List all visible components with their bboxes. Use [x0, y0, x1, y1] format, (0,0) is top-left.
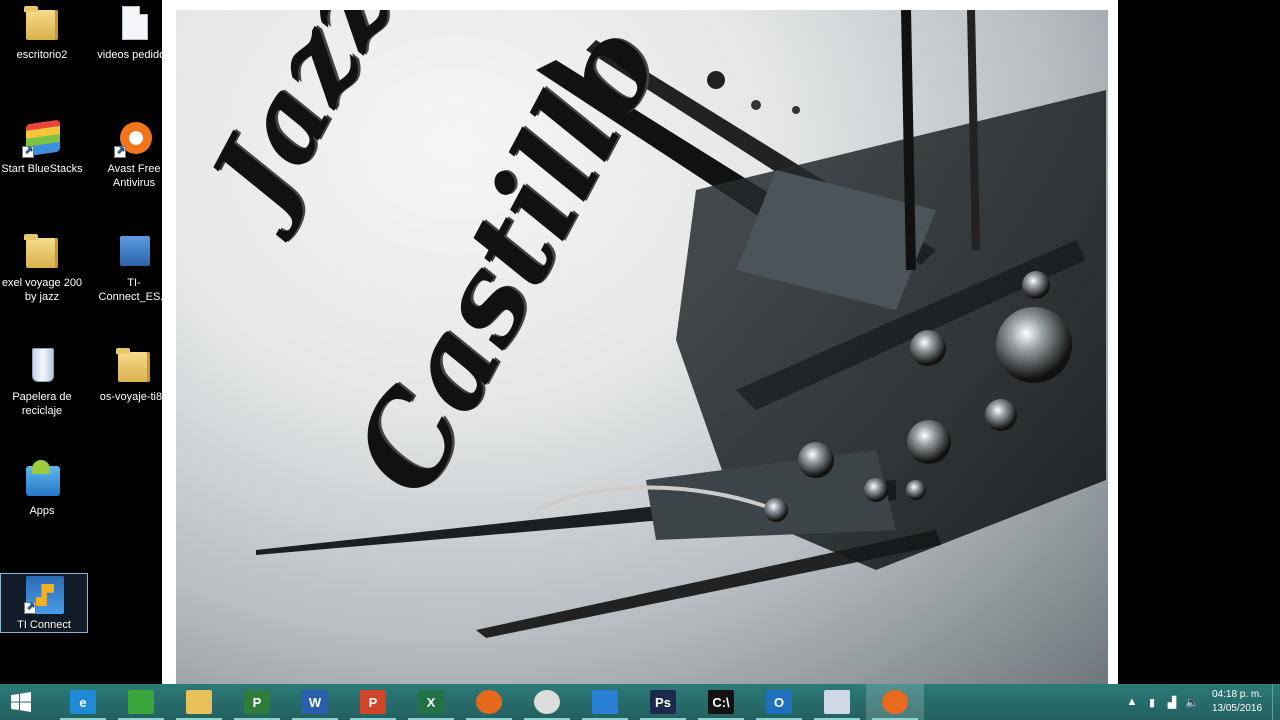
taskbar-firefox-button[interactable]	[460, 684, 518, 720]
desktop-icon-exel-voyage[interactable]: exel voyage 200 by jazz	[0, 232, 84, 304]
taskbar-recycle-bin-window-button[interactable]	[576, 684, 634, 720]
project-icon: P	[244, 690, 270, 714]
store-icon	[128, 690, 154, 714]
taskbar-chrome-button[interactable]	[518, 684, 576, 720]
taskbar-outlook-button[interactable]: O	[750, 684, 808, 720]
image-viewer-window: Jazz Castillo	[162, 0, 1118, 684]
desktop-icon-label: TI Connect	[17, 619, 71, 631]
desktop-icon-label: Apps	[29, 505, 55, 517]
desktop-icon-ti-connect[interactable]: TI Connect	[0, 573, 88, 633]
desktop-icon-label: Start BlueStacks	[1, 163, 83, 175]
chrome-icon	[534, 690, 560, 714]
photoshop-icon: Ps	[650, 690, 676, 714]
start-button[interactable]	[0, 684, 42, 720]
battery-icon[interactable]: ▮	[1142, 696, 1162, 709]
clock-date: 13/05/2016	[1211, 703, 1263, 714]
desktop: escritorio2 Start BlueStacks exel voyage…	[0, 0, 1280, 684]
taskbar-excel-button[interactable]: X	[402, 684, 460, 720]
recycle-bin-window-icon	[592, 690, 618, 714]
taskbar-command-prompt-button[interactable]: C:\	[692, 684, 750, 720]
document-icon	[114, 4, 154, 44]
taskbar-paint-button[interactable]	[808, 684, 866, 720]
outlook-icon: O	[766, 690, 792, 714]
desktop-icon-escritorio2[interactable]: escritorio2	[0, 4, 84, 62]
paint-icon	[824, 690, 850, 714]
screen-recorder-icon	[882, 690, 908, 714]
taskbar-photoshop-button[interactable]: Ps	[634, 684, 692, 720]
taskbar-powerpoint-button[interactable]: P	[344, 684, 402, 720]
folder-icon	[114, 346, 154, 386]
taskbar-internet-explorer-button[interactable]: e	[54, 684, 112, 720]
command-prompt-icon: C:\	[708, 690, 734, 714]
desktop-icon-label: Papelera de reciclaje	[12, 391, 72, 417]
ti-connect-icon	[24, 574, 64, 614]
taskbar: e P W P X Ps C:\ O ▲ ▮ ▟ 🔈 04:18 p. m. 13/05/20…	[0, 684, 1280, 720]
taskbar-word-button[interactable]: W	[286, 684, 344, 720]
show-desktop-button[interactable]	[1272, 684, 1280, 720]
taskbar-file-explorer-button[interactable]	[170, 684, 228, 720]
powerpoint-icon: P	[360, 690, 386, 714]
ti-connect-installer-icon	[114, 232, 154, 272]
desktop-icon-label: escritorio2	[16, 49, 68, 61]
desktop-icon-label: exel voyage 200 by jazz	[1, 277, 83, 303]
windows-logo-icon	[11, 692, 31, 712]
firefox-icon	[476, 690, 502, 714]
taskbar-screen-recorder-button[interactable]	[866, 684, 924, 720]
show-hidden-icons-icon[interactable]: ▲	[1122, 696, 1142, 708]
clock[interactable]: 04:18 p. m. 13/05/2016	[1202, 688, 1272, 716]
bluestacks-icon	[22, 118, 62, 158]
clock-time: 04:18 p. m.	[1211, 689, 1263, 700]
word-icon: W	[302, 690, 328, 714]
desktop-icon-start-bluestacks[interactable]: Start BlueStacks	[0, 118, 84, 176]
taskbar-store-button[interactable]	[112, 684, 170, 720]
volume-icon[interactable]: 🔈	[1182, 696, 1202, 709]
taskbar-project-button[interactable]: P	[228, 684, 286, 720]
apps-icon	[22, 460, 62, 500]
desktop-icon-apps[interactable]: Apps	[0, 460, 84, 518]
file-explorer-icon	[186, 690, 212, 714]
avast-icon	[114, 118, 154, 158]
taskbar-apps: e P W P X Ps C:\ O	[54, 684, 924, 720]
internet-explorer-icon: e	[70, 690, 96, 714]
system-tray: ▲ ▮ ▟ 🔈 04:18 p. m. 13/05/2016	[1122, 684, 1280, 720]
excel-icon: X	[418, 690, 444, 714]
wallpaper-artwork: Jazz Castillo	[176, 10, 1108, 684]
network-signal-icon[interactable]: ▟	[1162, 696, 1182, 709]
folder-icon	[22, 4, 62, 44]
desktop-icon-recycle-bin[interactable]: Papelera de reciclaje	[0, 346, 84, 418]
folder-icon	[22, 232, 62, 272]
recycle-bin-icon	[22, 346, 62, 386]
